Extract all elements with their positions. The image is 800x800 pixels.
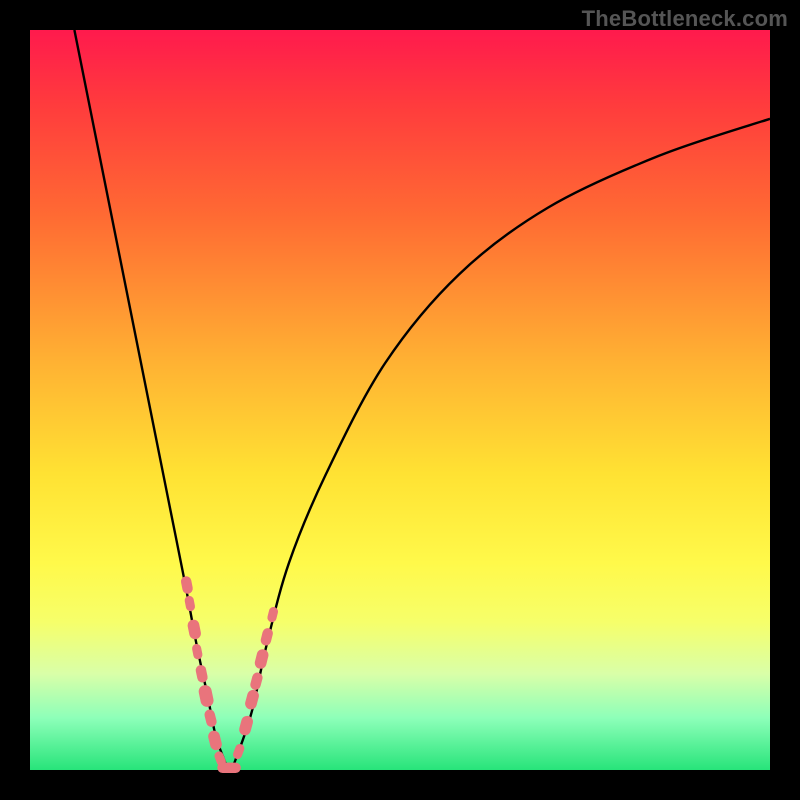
curve-marker <box>198 684 215 708</box>
curve-marker <box>254 648 270 670</box>
curve-marker <box>238 715 254 737</box>
curve-marker <box>223 763 241 773</box>
chart-frame: TheBottleneck.com <box>0 0 800 800</box>
curve-marker <box>191 643 203 660</box>
curve-marker <box>187 619 202 641</box>
curve-marker <box>232 743 246 761</box>
curve-marker <box>266 606 279 623</box>
curve-markers <box>180 575 279 773</box>
plot-area <box>30 30 770 770</box>
watermark-text: TheBottleneck.com <box>582 6 788 32</box>
bottleneck-curve-svg <box>30 30 770 770</box>
curve-marker <box>180 575 194 594</box>
curve-marker <box>203 708 217 728</box>
bottleneck-curve <box>74 30 770 770</box>
curve-marker <box>184 595 196 612</box>
curve-marker <box>260 627 274 647</box>
curve-marker <box>195 664 209 683</box>
curve-marker <box>244 689 260 711</box>
curve-marker <box>249 671 264 691</box>
